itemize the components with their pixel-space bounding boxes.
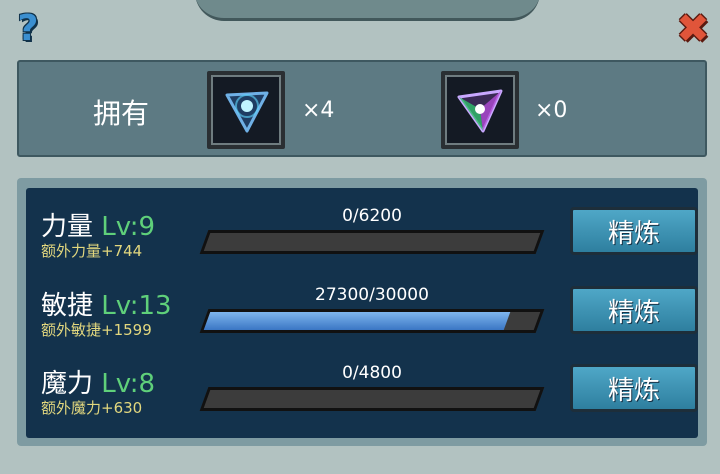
stat-title: 魔力 Lv:8	[41, 363, 155, 400]
stat-row-magic: 魔力 Lv:8 额外魔力+630 0/4800 精炼	[26, 363, 698, 433]
progress-bar	[199, 387, 545, 411]
progress-bar	[199, 309, 545, 333]
rainbow-crystal-gem-icon	[441, 71, 519, 149]
progress-text: 27300/30000	[315, 285, 429, 305]
stats-list: 力量 Lv:9 额外力量+744 0/6200 精炼 敏捷 Lv:13 额外敏捷…	[26, 188, 698, 438]
question-mark-icon: ?	[17, 7, 39, 49]
progress-fill	[203, 233, 211, 251]
help-button[interactable]: ?	[8, 7, 48, 49]
stat-row-strength: 力量 Lv:9 额外力量+744 0/6200 精炼	[26, 206, 698, 276]
stat-bonus: 额外魔力+630	[41, 399, 143, 417]
stat-bonus: 额外敏捷+1599	[41, 321, 152, 339]
stat-name: 敏捷	[41, 291, 94, 321]
window-top-ornament	[195, 0, 540, 21]
ownership-panel: 拥有 ×4 ×0	[17, 60, 707, 157]
blue-crystal-gem-icon	[207, 71, 285, 149]
stat-row-agility: 敏捷 Lv:13 额外敏捷+1599 27300/30000 精炼	[26, 285, 698, 355]
refine-button[interactable]: 精炼	[570, 207, 698, 255]
progress-bar	[199, 230, 545, 254]
stat-title: 力量 Lv:9	[41, 206, 155, 243]
close-button[interactable]: ✖	[672, 6, 714, 52]
stat-level: Lv:9	[101, 212, 156, 242]
refine-button[interactable]: 精炼	[570, 364, 698, 412]
stat-level: Lv:8	[101, 369, 156, 399]
rainbow-gem-count: ×0	[535, 98, 568, 123]
progress-fill	[203, 390, 211, 408]
blue-gem-count: ×4	[302, 98, 335, 123]
stat-name: 魔力	[41, 369, 94, 399]
stat-bonus: 额外力量+744	[41, 242, 143, 260]
stat-name: 力量	[41, 212, 94, 242]
stat-title: 敏捷 Lv:13	[41, 285, 172, 322]
progress-text: 0/6200	[342, 206, 402, 226]
refine-button[interactable]: 精炼	[570, 286, 698, 334]
ownership-label: 拥有	[93, 97, 150, 130]
stat-level: Lv:13	[101, 291, 172, 321]
stats-panel: 力量 Lv:9 额外力量+744 0/6200 精炼 敏捷 Lv:13 额外敏捷…	[17, 178, 707, 446]
progress-text: 0/4800	[342, 363, 402, 383]
close-x-icon: ✖	[676, 6, 710, 52]
progress-fill	[203, 312, 511, 330]
